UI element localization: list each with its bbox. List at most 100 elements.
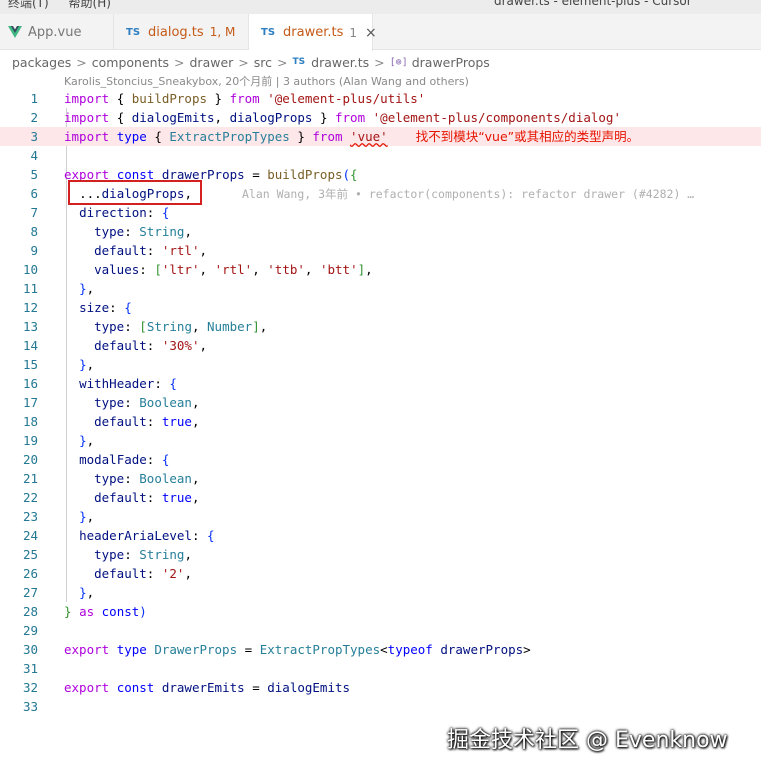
code-line: 26 default: '2', bbox=[0, 564, 761, 583]
code-text: size: { bbox=[79, 300, 132, 315]
line-number: 16 bbox=[22, 376, 38, 391]
code-line: 25 type: String, bbox=[0, 545, 761, 564]
line-number: 19 bbox=[22, 433, 38, 448]
breadcrumb: packages > components > drawer > src > T… bbox=[12, 52, 490, 72]
code-line: 8 type: String, bbox=[0, 222, 761, 241]
breadcrumb-item[interactable]: drawer.ts bbox=[311, 55, 369, 70]
line-number: 32 bbox=[22, 680, 38, 695]
code-text: type: [String, Number], bbox=[94, 319, 268, 334]
chevron-right-icon: > bbox=[238, 54, 249, 70]
code-text: modalFade: { bbox=[79, 452, 170, 467]
line-number: 11 bbox=[22, 281, 38, 296]
menu-item-help[interactable]: 帮助(H) bbox=[69, 0, 111, 10]
code-line: 16 withHeader: { bbox=[0, 374, 761, 393]
line-number: 12 bbox=[22, 300, 38, 315]
code-line: 15 }, bbox=[0, 355, 761, 374]
code-line: 33 bbox=[0, 697, 761, 716]
code-line: 23 }, bbox=[0, 507, 761, 526]
code-text: type: Boolean, bbox=[94, 471, 200, 486]
line-number: 1 bbox=[30, 91, 38, 106]
code-text: export type DrawerProps = ExtractPropTyp… bbox=[64, 642, 531, 657]
breadcrumb-item[interactable]: components bbox=[92, 55, 169, 70]
breadcrumb-item[interactable]: drawer bbox=[190, 55, 234, 70]
tab-label: dialog.ts bbox=[148, 24, 204, 40]
code-line: 19 }, bbox=[0, 431, 761, 450]
window-title: drawer.ts - element-plus - Cursor bbox=[494, 0, 692, 8]
line-number: 24 bbox=[22, 528, 38, 543]
code-line: 2 import { dialogEmits, dialogProps } fro… bbox=[0, 108, 761, 127]
code-text: import type { ExtractPropTypes } from 'v… bbox=[64, 129, 640, 144]
code-text: withHeader: { bbox=[79, 376, 177, 391]
blame-header[interactable]: Karolis_Stoncius_Sneakybox, 20个月前 | 3 au… bbox=[64, 73, 469, 89]
code-text: export const drawerEmits = dialogEmits bbox=[64, 680, 351, 695]
breadcrumb-item[interactable]: drawerProps bbox=[412, 55, 490, 70]
menu-bar: 终端(T) 帮助(H) bbox=[8, 0, 127, 11]
code-line: 14 default: '30%', bbox=[0, 336, 761, 355]
tab-dialog-ts[interactable]: TS dialog.ts 1, M bbox=[114, 14, 249, 50]
chevron-right-icon: > bbox=[174, 54, 185, 70]
code-text: default: true, bbox=[94, 490, 200, 505]
code-line: 20 modalFade: { bbox=[0, 450, 761, 469]
line-number: 23 bbox=[22, 509, 38, 524]
editor-tab-bar: App.vue TS dialog.ts 1, M TS drawer.ts 1… bbox=[0, 14, 761, 51]
code-text: default: '30%', bbox=[94, 338, 208, 353]
code-text: default: '2', bbox=[94, 566, 192, 581]
code-line: 22 default: true, bbox=[0, 488, 761, 507]
code-line: 24 headerAriaLevel: { bbox=[0, 526, 761, 545]
line-number: 6 bbox=[30, 186, 38, 201]
error-message: 找不到模块“vue”或其相应的类型声明。 bbox=[415, 129, 640, 144]
ts-icon: TS bbox=[261, 27, 276, 38]
code-text: type: String, bbox=[94, 547, 192, 562]
line-number: 7 bbox=[30, 205, 38, 220]
code-text: }, bbox=[79, 281, 95, 296]
code-line: 18 default: true, bbox=[0, 412, 761, 431]
tab-label: App.vue bbox=[28, 24, 82, 40]
code-line: 11 }, bbox=[0, 279, 761, 298]
code-line: 29 bbox=[0, 621, 761, 640]
code-line: 12 size: { bbox=[0, 298, 761, 317]
tab-label: drawer.ts bbox=[283, 25, 344, 40]
code-text: import { dialogEmits, dialogProps } from… bbox=[64, 110, 621, 125]
tab-problem-count: 1, M bbox=[209, 25, 236, 39]
breadcrumb-item[interactable]: src bbox=[254, 55, 272, 70]
breadcrumb-item[interactable]: packages bbox=[12, 55, 71, 70]
code-line: 7 direction: { bbox=[0, 203, 761, 222]
code-text: }, bbox=[79, 357, 95, 372]
line-number: 27 bbox=[22, 585, 38, 600]
watermark: 掘金技术社区 @ Evenknow bbox=[447, 728, 728, 753]
line-number: 28 bbox=[22, 604, 38, 619]
line-number: 2 bbox=[30, 110, 38, 125]
code-line: 17 type: Boolean, bbox=[0, 393, 761, 412]
code-line: 32 export const drawerEmits = dialogEmits bbox=[0, 678, 761, 697]
code-line: 28} as const) bbox=[0, 602, 761, 621]
inline-blame: Alan Wang, 3年前 • refactor(components): r… bbox=[241, 187, 695, 201]
code-line: 10 values: ['ltr', 'rtl', 'ttb', 'btt'], bbox=[0, 260, 761, 279]
line-number: 33 bbox=[22, 699, 38, 714]
line-number: 26 bbox=[22, 566, 38, 581]
code-text: default: true, bbox=[94, 414, 200, 429]
tab-app-vue[interactable]: App.vue bbox=[0, 14, 114, 50]
code-text: type: String, bbox=[94, 224, 192, 239]
vue-icon bbox=[8, 26, 22, 38]
code-line: 1 import { buildProps } from '@element-pl… bbox=[0, 89, 761, 108]
tab-drawer-ts[interactable]: TS drawer.ts 1 × bbox=[249, 14, 377, 51]
ts-icon: TS bbox=[126, 26, 141, 38]
line-number: 30 bbox=[22, 642, 38, 657]
code-line: 31 bbox=[0, 659, 761, 678]
menu-item-terminal[interactable]: 终端(T) bbox=[8, 0, 49, 10]
code-line: 27 }, bbox=[0, 583, 761, 602]
line-number: 18 bbox=[22, 414, 38, 429]
line-number: 31 bbox=[22, 661, 38, 676]
line-number: 15 bbox=[22, 357, 38, 372]
line-number: 20 bbox=[22, 452, 38, 467]
line-number: 3 bbox=[30, 129, 38, 144]
chevron-right-icon: > bbox=[374, 54, 385, 70]
chevron-right-icon: > bbox=[76, 54, 87, 70]
code-text: default: 'rtl', bbox=[94, 243, 208, 258]
code-line: 13 type: [String, Number], bbox=[0, 317, 761, 336]
line-number: 10 bbox=[22, 262, 38, 277]
close-icon[interactable]: × bbox=[365, 25, 377, 41]
code-text: headerAriaLevel: { bbox=[79, 528, 215, 543]
line-number: 9 bbox=[30, 243, 38, 258]
title-bar: 终端(T) 帮助(H) drawer.ts - element-plus - C… bbox=[0, 0, 761, 14]
